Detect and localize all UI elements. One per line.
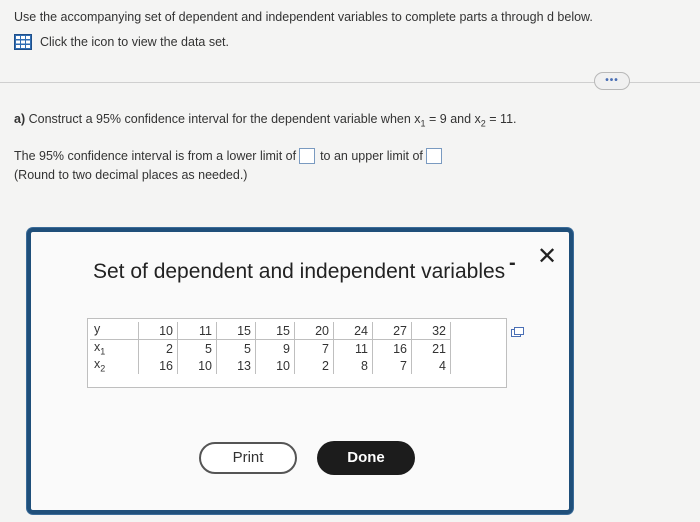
view-dataset-link[interactable]: Click the icon to view the data set. — [14, 34, 229, 50]
table-cell: 5 — [177, 339, 217, 357]
table-cell: 27 — [372, 322, 412, 340]
table-row: y 10 11 15 15 20 24 27 32 — [90, 322, 451, 340]
lower-limit-input[interactable] — [299, 148, 316, 164]
part-a-question: a) Construct a 95% confidence interval f… — [14, 112, 517, 129]
table-row: x2 16 10 13 10 2 8 7 4 — [90, 357, 451, 374]
close-icon[interactable]: ✕ — [537, 242, 557, 271]
table-cell: 4 — [411, 357, 451, 374]
table-cell: 5 — [216, 339, 256, 357]
dataset-modal: Set of dependent and independent variabl… — [27, 228, 573, 514]
rounding-note: (Round to two decimal places as needed.) — [14, 168, 248, 182]
part-a-text: Construct a 95% confidence interval for … — [28, 112, 421, 126]
upper-limit-input[interactable] — [425, 148, 442, 164]
table-cell: 16 — [138, 357, 178, 374]
table-cell: 2 — [294, 357, 334, 374]
table-cell: 11 — [177, 322, 217, 340]
part-a-end: = 11. — [485, 112, 517, 126]
table-cell: 2 — [138, 339, 178, 357]
table-cell: 10 — [138, 322, 178, 340]
minimize-button[interactable]: - — [509, 252, 516, 275]
table-cell: 21 — [411, 339, 451, 357]
print-button[interactable]: Print — [199, 442, 297, 474]
part-a-prefix: a) — [14, 112, 26, 126]
data-table: y 10 11 15 15 20 24 27 32 x1 2 5 5 9 7 11 16 21 x2 16 10 13 10… — [90, 322, 451, 374]
table-cell: 10 — [255, 357, 295, 374]
table-cell: 10 — [177, 357, 217, 374]
table-cell: 32 — [411, 322, 451, 340]
row-label: y — [90, 322, 139, 340]
table-cell: 9 — [255, 339, 295, 357]
table-cell: 20 — [294, 322, 334, 340]
answer-before-text: The 95% confidence interval is from a lo… — [14, 149, 297, 163]
table-cell: 15 — [255, 322, 295, 340]
done-button[interactable]: Done — [317, 441, 415, 475]
copy-icon[interactable] — [511, 327, 525, 337]
table-cell: 16 — [372, 339, 412, 357]
table-cell: 11 — [333, 339, 373, 357]
data-table-frame: y 10 11 15 15 20 24 27 32 x1 2 5 5 9 7 11 16 21 x2 16 10 13 10… — [87, 318, 507, 388]
more-options-button[interactable]: ••• — [594, 72, 630, 90]
dataset-link-label[interactable]: Click the icon to view the data set. — [40, 35, 229, 49]
part-a-mid: = 9 and x — [425, 112, 481, 126]
table-cell: 7 — [372, 357, 412, 374]
table-cell: 15 — [216, 322, 256, 340]
modal-title: Set of dependent and independent variabl… — [93, 260, 506, 283]
table-row: x1 2 5 5 9 7 11 16 21 — [90, 339, 451, 357]
table-cell: 8 — [333, 357, 373, 374]
instruction-text: Use the accompanying set of dependent an… — [14, 10, 593, 24]
table-cell: 24 — [333, 322, 373, 340]
row-label: x1 — [90, 339, 139, 357]
answer-line: The 95% confidence interval is from a lo… — [14, 148, 447, 164]
table-cell: 13 — [216, 357, 256, 374]
row-label: x2 — [90, 357, 139, 374]
answer-middle-text: to an upper limit of — [320, 149, 423, 163]
table-cell: 7 — [294, 339, 334, 357]
data-grid-icon[interactable] — [14, 34, 32, 50]
